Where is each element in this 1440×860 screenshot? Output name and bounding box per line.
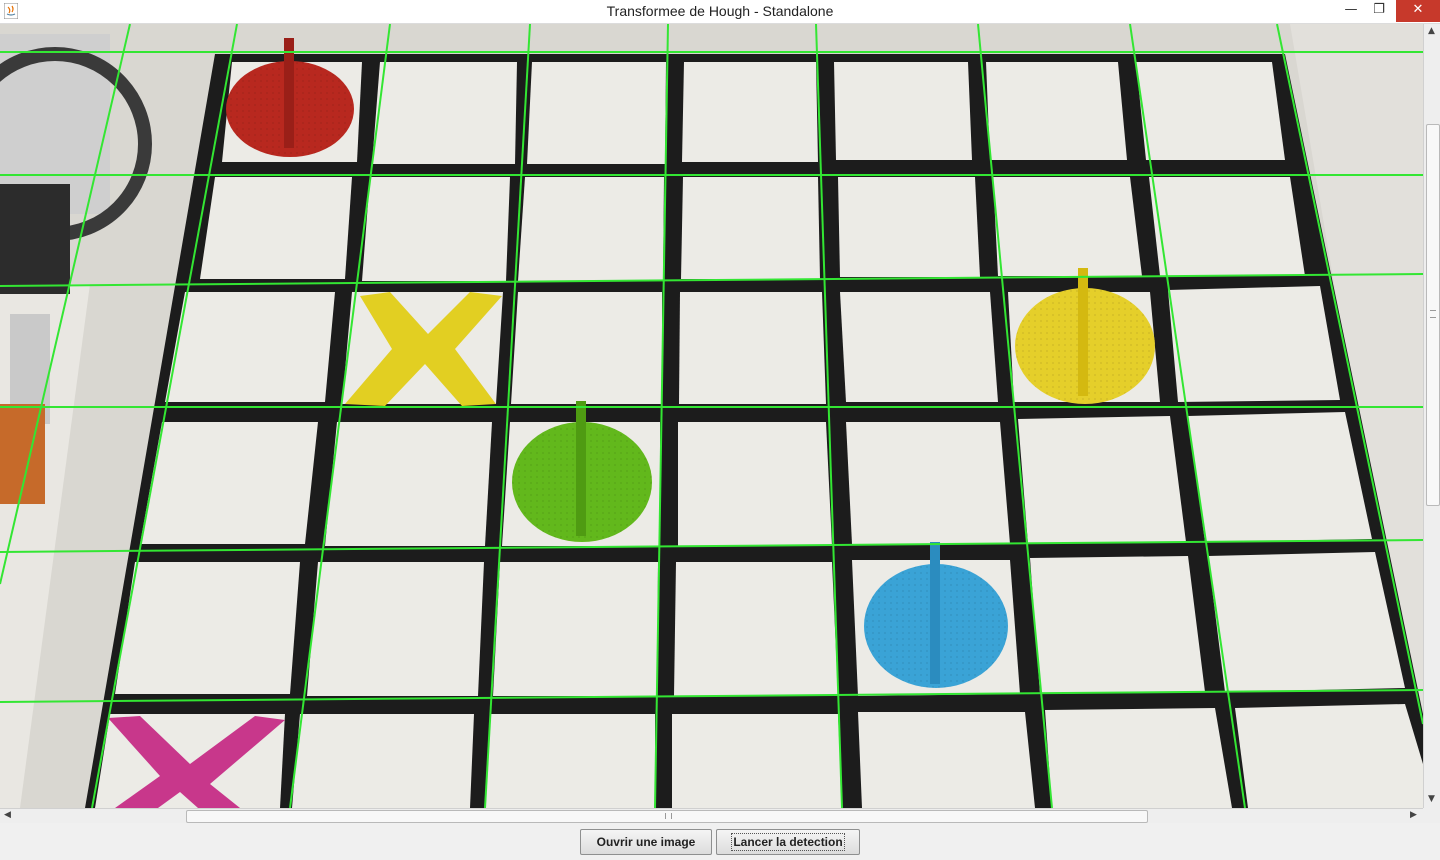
grip-icon <box>1430 310 1436 318</box>
scroll-left-icon[interactable]: ◀ <box>4 810 11 820</box>
application-window: Transformee de Hough - Standalone — ❐ ✕ <box>0 0 1440 860</box>
maximize-button[interactable]: ❐ <box>1362 0 1396 22</box>
vertical-scrollbar[interactable]: ▲ ▼ <box>1423 24 1440 808</box>
image-viewport[interactable] <box>0 24 1423 808</box>
horizontal-scrollbar[interactable]: ◀ ▶ <box>0 808 1423 824</box>
window-title: Transformee de Hough - Standalone <box>606 3 834 19</box>
board-image <box>0 24 1423 808</box>
scroll-down-icon[interactable]: ▼ <box>1428 794 1435 804</box>
horizontal-scroll-thumb[interactable] <box>186 810 1148 823</box>
scroll-corner <box>1423 808 1440 823</box>
grip-icon <box>665 813 672 819</box>
button-bar: Ouvrir une image Lancer la detection <box>0 823 1440 860</box>
vertical-scroll-thumb[interactable] <box>1426 124 1440 506</box>
title-bar[interactable]: Transformee de Hough - Standalone — ❐ ✕ <box>0 0 1440 24</box>
scroll-up-icon[interactable]: ▲ <box>1428 26 1435 36</box>
run-detection-button[interactable]: Lancer la detection <box>716 829 860 855</box>
close-button[interactable]: ✕ <box>1396 0 1440 22</box>
scroll-right-icon[interactable]: ▶ <box>1410 810 1417 820</box>
run-detection-label: Lancer la detection <box>731 833 845 851</box>
open-image-button[interactable]: Ouvrir une image <box>580 829 712 855</box>
